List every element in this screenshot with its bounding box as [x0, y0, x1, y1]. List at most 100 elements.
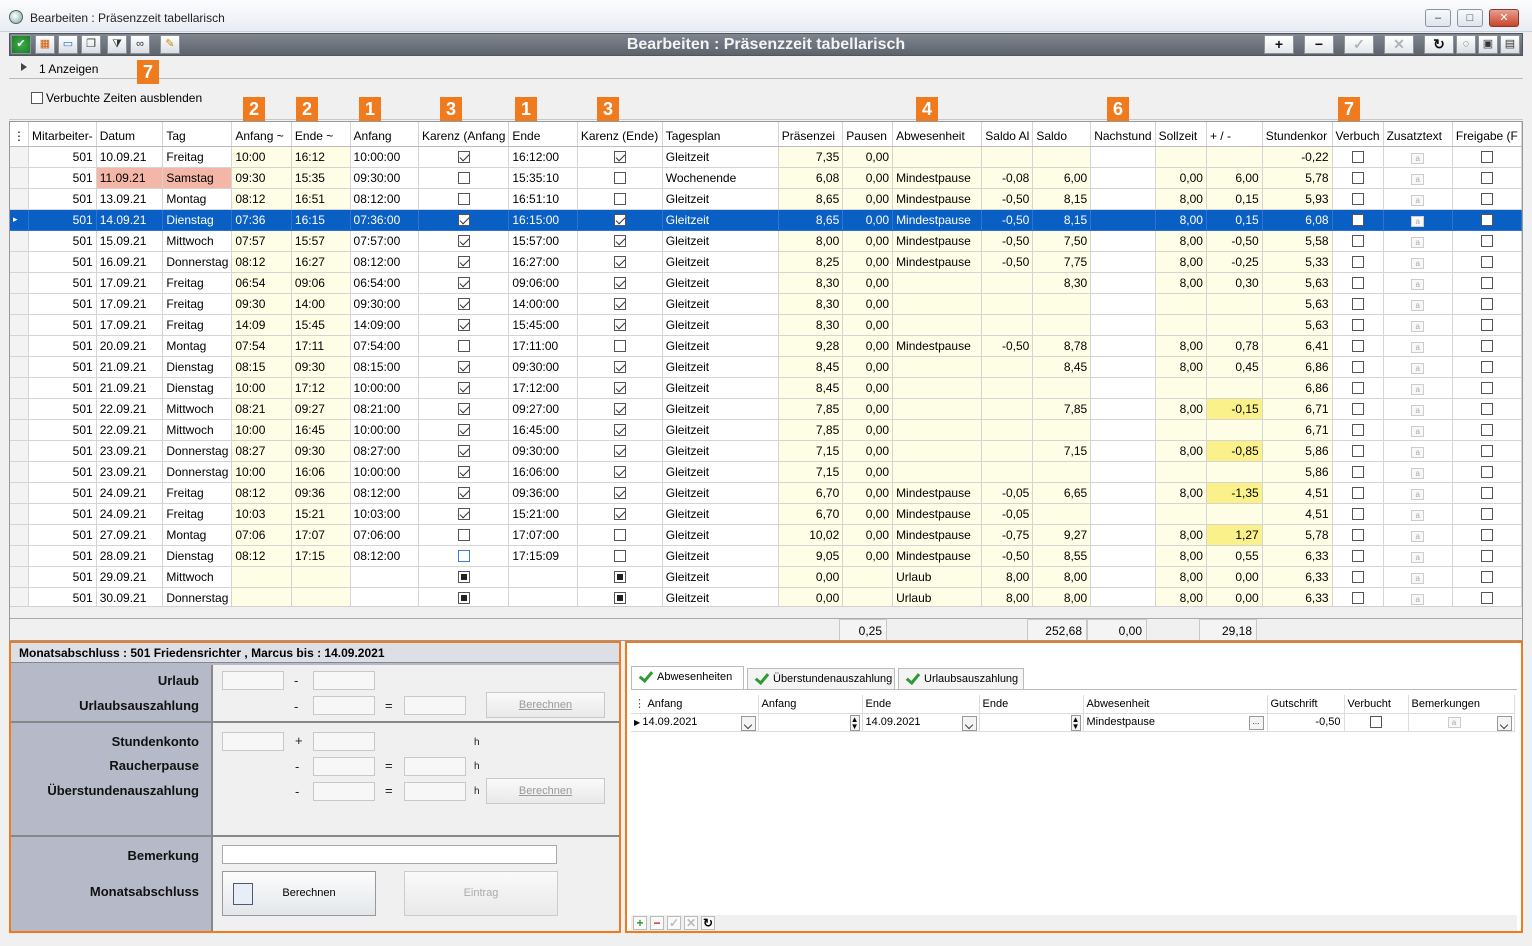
cell-plan[interactable]: Gleitzeit — [662, 419, 779, 441]
cell-ma[interactable]: 501 — [28, 356, 97, 378]
cell-ma[interactable]: 501 — [28, 587, 97, 609]
absence-end-date[interactable]: 14.09.2021 — [862, 713, 980, 732]
cell-pm[interactable] — [1206, 293, 1263, 315]
cell-abw[interactable]: Urlaub — [892, 566, 983, 588]
cell-pm[interactable]: 0,45 — [1206, 356, 1263, 378]
cell-pm[interactable]: 1,27 — [1206, 524, 1263, 546]
checkbox[interactable] — [1480, 361, 1493, 374]
checkbox[interactable] — [457, 529, 470, 542]
cell-datum[interactable]: 17.09.21 — [96, 272, 164, 294]
cell-sal[interactable] — [981, 461, 1034, 483]
checkbox[interactable] — [457, 550, 470, 563]
cell-zus[interactable]: a — [1383, 335, 1453, 357]
row-indicator[interactable] — [10, 419, 29, 441]
cell-pm[interactable] — [1206, 461, 1263, 483]
memo-icon[interactable]: a — [1411, 215, 1425, 227]
cell-pm[interactable]: -0,25 — [1206, 251, 1263, 273]
cell-pm[interactable]: -0,15 — [1206, 398, 1263, 420]
checkbox[interactable] — [1480, 403, 1493, 416]
cell-tag[interactable]: Dienstag — [162, 377, 233, 399]
col-header[interactable]: Ende — [508, 122, 578, 147]
cell-anf[interactable]: 09:30 — [231, 293, 292, 315]
cell-praes[interactable]: 0,00 — [778, 587, 844, 609]
table-row[interactable]: 501 20.09.21 Montag 07:54 17:11 07:54:00 17:11… — [10, 335, 1522, 357]
cell-ende[interactable]: 17:12 — [291, 377, 351, 399]
cell-tag[interactable]: Freitag — [162, 314, 233, 336]
checkbox[interactable] — [613, 235, 626, 248]
cell-frei[interactable] — [1452, 419, 1522, 441]
cell-ma[interactable]: 501 — [28, 272, 97, 294]
row-indicator[interactable]: ▸ — [10, 209, 29, 231]
confirm-button[interactable]: ✓ — [1344, 35, 1374, 54]
cell-datum[interactable]: 17.09.21 — [96, 314, 164, 336]
cell-abw[interactable]: Mindestpause — [892, 545, 983, 567]
cell-kanf[interactable] — [418, 461, 510, 483]
cell-zus[interactable]: a — [1383, 503, 1453, 525]
checkbox[interactable] — [1480, 319, 1493, 332]
urlaub-result-input[interactable] — [404, 696, 466, 715]
cell-kanf[interactable] — [418, 524, 510, 546]
cell-verb[interactable] — [1332, 314, 1384, 336]
cell-tag[interactable]: Montag — [162, 188, 233, 210]
cell-ma[interactable]: 501 — [28, 146, 97, 168]
cell-anfang[interactable]: 10:00:00 — [350, 461, 419, 483]
cell-kanf[interactable] — [418, 440, 510, 462]
checkbox[interactable] — [1351, 529, 1364, 542]
cell-stdk[interactable]: 5,93 — [1262, 188, 1333, 210]
checkbox[interactable] — [1480, 529, 1493, 542]
checkbox[interactable] — [1480, 172, 1493, 185]
memo-icon[interactable]: a — [1411, 341, 1425, 353]
cell-kende[interactable] — [577, 356, 663, 378]
cell-anfang[interactable]: 08:12:00 — [350, 482, 419, 504]
memo-icon[interactable]: a — [1411, 551, 1425, 563]
cell-stdk[interactable]: 4,51 — [1262, 503, 1333, 525]
cell-abw[interactable]: Mindestpause — [892, 230, 983, 252]
cell-anf[interactable]: 08:12 — [231, 482, 292, 504]
cell-plan[interactable]: Gleitzeit — [662, 461, 779, 483]
cell-ende[interactable]: 16:12 — [291, 146, 351, 168]
cell-pm[interactable] — [1206, 419, 1263, 441]
checkbox[interactable] — [1480, 445, 1493, 458]
cell-nach[interactable] — [1090, 146, 1156, 168]
cell-datum[interactable]: 23.09.21 — [96, 461, 164, 483]
checkbox[interactable] — [1351, 487, 1364, 500]
cell-soll[interactable] — [1155, 419, 1207, 441]
cell-ma[interactable]: 501 — [28, 503, 97, 525]
cell-stdk[interactable]: 6,71 — [1262, 398, 1333, 420]
cell-stdk[interactable]: 6,86 — [1262, 356, 1333, 378]
cell-frei[interactable] — [1452, 587, 1522, 609]
checkbox[interactable] — [457, 466, 470, 479]
checkbox[interactable] — [1351, 235, 1364, 248]
cell-anfang[interactable]: 08:12:00 — [350, 251, 419, 273]
cell-sal[interactable]: -0,75 — [981, 524, 1034, 546]
cell-plan[interactable]: Gleitzeit — [662, 230, 779, 252]
cell-sal2[interactable]: 7,75 — [1032, 251, 1092, 273]
cell-paus[interactable]: 0,00 — [842, 419, 894, 441]
cell-kende[interactable] — [577, 146, 663, 168]
cell-sal2[interactable]: 8,00 — [1032, 566, 1092, 588]
checkbox[interactable] — [457, 340, 470, 353]
cell-soll[interactable]: 8,00 — [1155, 230, 1207, 252]
cell-sal[interactable]: -0,05 — [981, 482, 1034, 504]
cell-ma[interactable]: 501 — [28, 398, 97, 420]
col-header[interactable]: Mitarbeiter- — [28, 122, 97, 147]
cell-ma[interactable]: 501 — [28, 251, 97, 273]
checkbox[interactable] — [1480, 550, 1493, 563]
cell-tag[interactable]: Samstag — [162, 167, 233, 189]
col-header[interactable]: Ende — [862, 695, 980, 714]
cell-anf[interactable]: 09:30 — [231, 167, 292, 189]
tab-anzeigen[interactable]: 1 Anzeigen — [39, 62, 98, 76]
cell-kende[interactable] — [577, 314, 663, 336]
cell-abw[interactable]: Mindestpause — [892, 482, 983, 504]
table-row[interactable]: 501 10.09.21 Freitag 10:00 16:12 10:00:00 16:1… — [10, 146, 1522, 168]
cell-ende[interactable]: 09:30 — [291, 356, 351, 378]
checkbox[interactable] — [613, 214, 626, 227]
row-indicator[interactable] — [10, 335, 29, 357]
cell-verb[interactable] — [1332, 272, 1384, 294]
cell-praes[interactable]: 8,30 — [778, 272, 844, 294]
checkbox[interactable] — [457, 424, 470, 437]
cell-anf[interactable]: 08:12 — [231, 251, 292, 273]
cell-anfang[interactable]: 10:03:00 — [350, 503, 419, 525]
cell-sal[interactable] — [981, 356, 1034, 378]
cell-e[interactable]: 16:51:10 — [508, 188, 578, 210]
